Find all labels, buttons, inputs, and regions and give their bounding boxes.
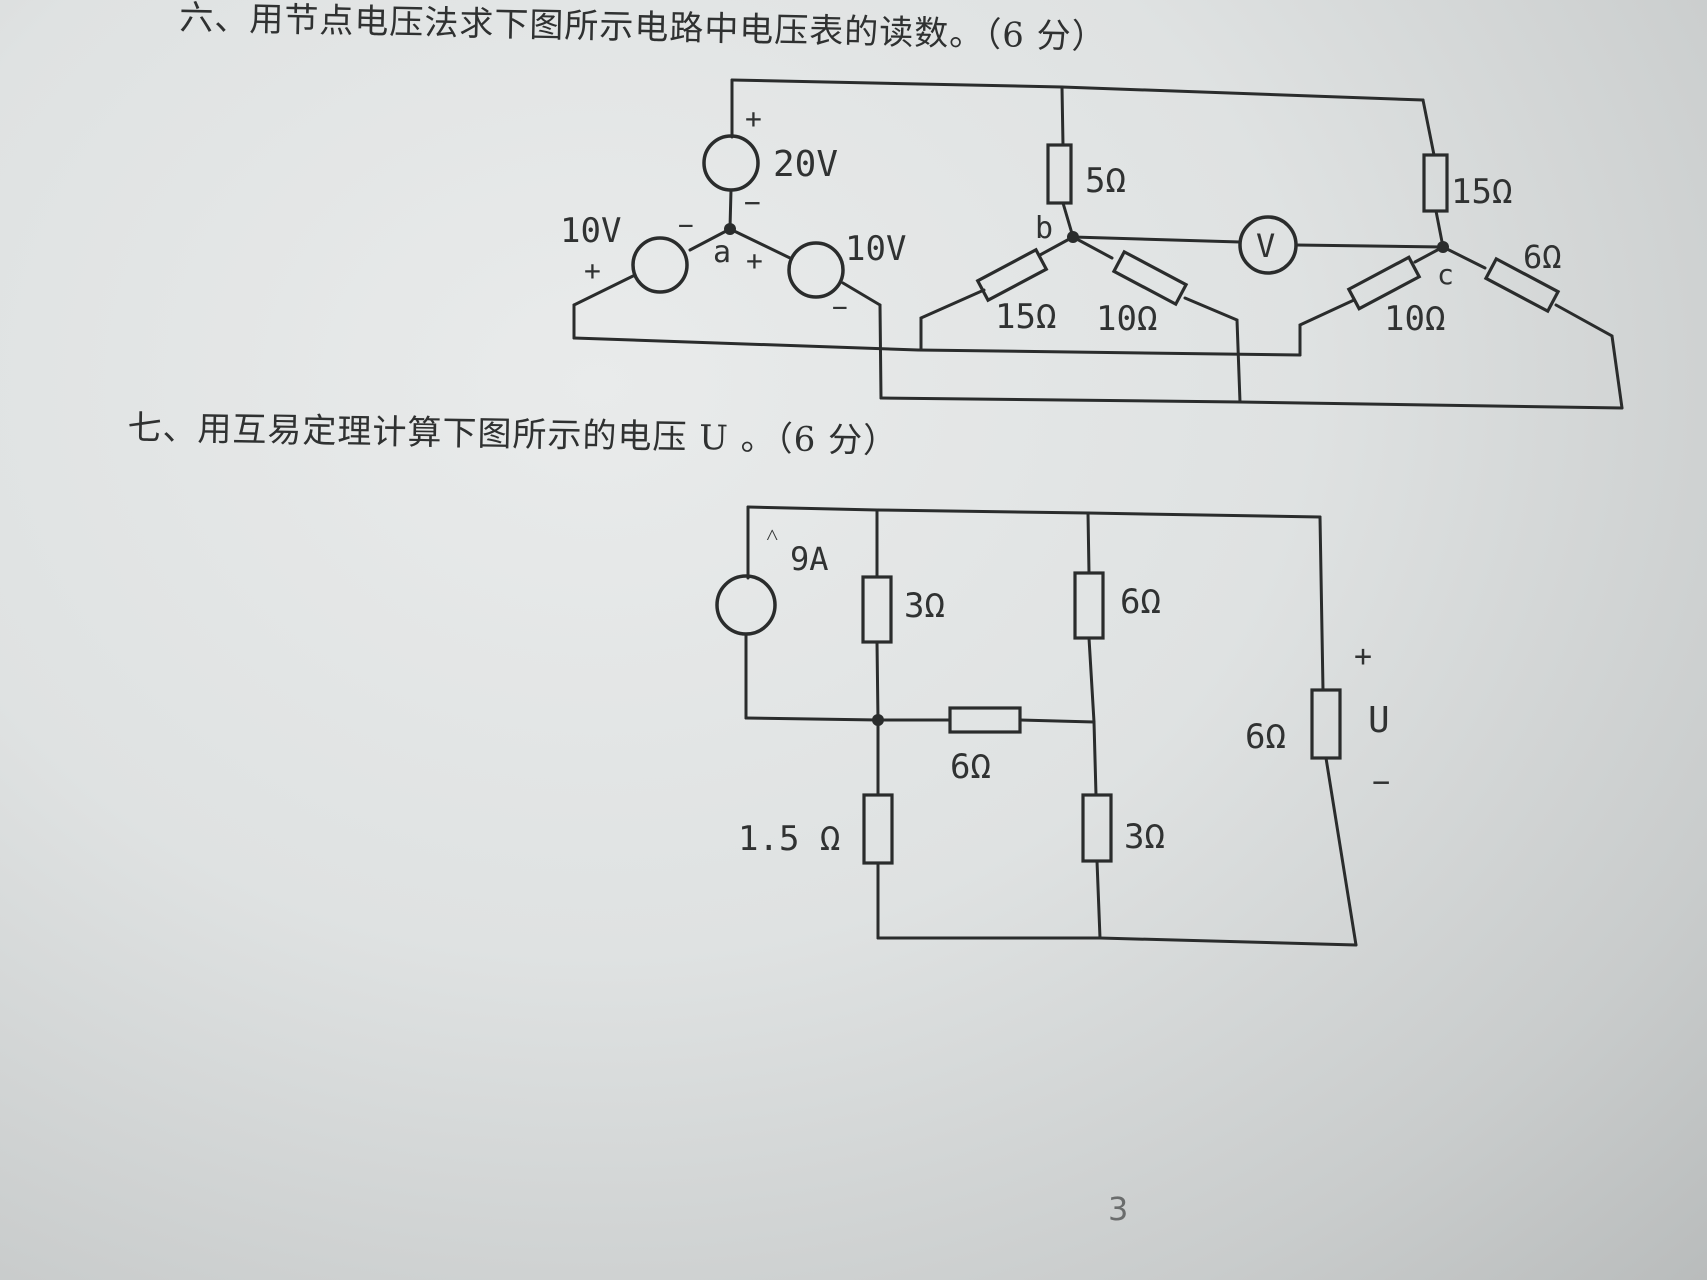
wire-6top-top [1086,511,1091,575]
r-3-top-label: 3Ω [904,586,945,626]
src-10v-right-plus: + [746,244,763,277]
wire-c-10-b [1298,298,1356,357]
r-3-bottom-label: 3Ω [1124,817,1165,857]
src-10v-left-label: 10V [560,211,621,251]
resistor-10-b [1111,249,1189,307]
r-10-b-label: 10Ω [1096,299,1157,339]
wire-right-src-out [841,281,882,307]
wire-6top-bottom [1087,636,1096,724]
resistor-3-bottom [1081,793,1113,863]
resistor-1-5 [862,793,894,865]
voltmeter-label: V [1256,227,1275,265]
wire-b-15-b [919,288,986,352]
wire-bottom [876,936,1358,947]
wire-3b-top [1092,720,1098,797]
r-10-c-label: 10Ω [1384,299,1445,339]
r-6-mid-label: 6Ω [950,747,991,787]
wire-voltmeter-c [1294,243,1445,249]
wire-3-bottom [875,640,880,722]
src-10v-right-label: 10V [845,229,906,269]
wire-3b-bottom [1095,859,1102,940]
wire-bottom-1 [572,336,1302,357]
resistor-15-b [975,247,1049,303]
wire-6-right [1018,718,1096,724]
resistor-6-right [1310,688,1342,760]
wire-left-src-out [572,274,635,307]
current-source-9a [715,574,777,636]
wire-top-left [730,78,1064,89]
current-source-label: 9A [790,540,829,578]
wire-cs-node [744,716,880,722]
wire-20v-bottom [728,188,733,230]
wire-bottom-2 [879,396,1624,410]
u-minus: − [1372,765,1390,800]
src-10v-left-minus: − [678,211,694,241]
u-label: U [1368,700,1390,741]
voltage-source-20v [702,134,760,192]
wire-right-top [1318,515,1325,692]
page-number: 3 [1108,1190,1129,1228]
resistor-5 [1046,143,1073,205]
u-plus: + [1354,639,1372,674]
circuit-1: + − 20V a 10V − + + 10V − 5Ω b V 15Ω 10Ω… [560,78,1624,410]
wire-c-6-b [1554,303,1624,410]
circuit-diagrams: + − 20V a 10V − + + 10V − 5Ω b V 15Ω 10Ω… [560,78,1624,947]
r-6-label: 6Ω [1523,238,1562,276]
wire-b-10-b [1183,296,1242,404]
wire-5-top [1060,85,1065,147]
current-arrow-icon: ˄ [766,523,778,548]
r-6-right-label: 6Ω [1245,717,1286,757]
wire-top-right [1060,85,1425,102]
resistor-6-top [1073,571,1105,640]
wire-right-down [878,303,883,400]
src-20v-minus: − [744,186,761,219]
src-20v-plus: + [745,102,762,135]
node-c-label: c [1437,258,1454,291]
r-1-5-label: 1.5 Ω [738,819,840,859]
resistor-6-mid [948,706,1022,734]
r-15-top-label: 15Ω [1451,172,1512,212]
circuit-2: 9A ˄ 3Ω 6Ω 6Ω 1.5 Ω 3Ω 6Ω + U − [715,505,1390,947]
wire-b-10-a [1071,235,1114,260]
src-10v-left-plus: + [584,254,601,287]
resistor-3-top [861,575,893,644]
node-b-label: b [1035,211,1053,246]
node-a-label: a [713,235,731,270]
wire-top [746,505,1322,519]
r-5-label: 5Ω [1085,161,1126,201]
r-6-top-label: 6Ω [1120,582,1161,622]
wire-right-bottom [1324,756,1358,947]
resistor-15-top [1422,153,1449,213]
voltage-source-10v-right [787,241,845,299]
src-20v-label: 20V [773,144,838,185]
r-15-b-label: 15Ω [995,297,1056,337]
wire-15-top [1421,98,1436,157]
wire-b-voltmeter [1071,235,1242,244]
voltage-source-10v-left [631,236,689,294]
src-10v-right-minus: − [832,293,848,323]
